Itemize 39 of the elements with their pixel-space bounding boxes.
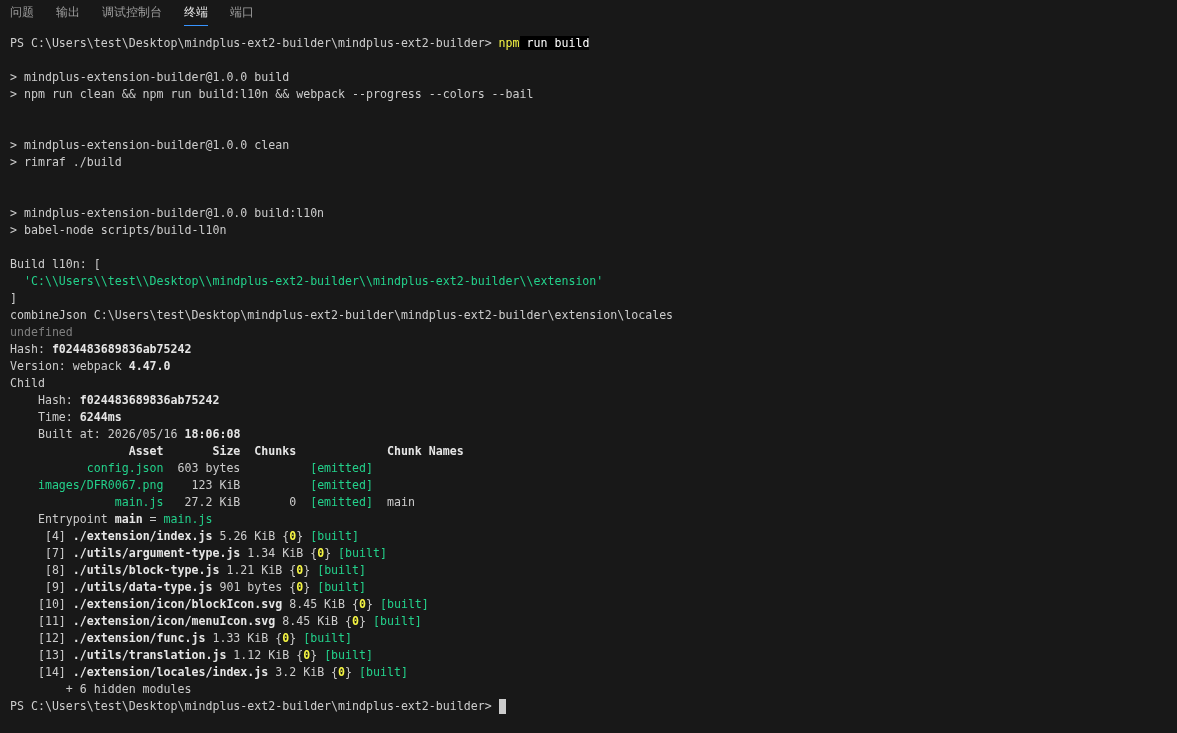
panel-tab[interactable]: 终端 [184, 0, 208, 26]
terminal-line: Hash: f024483689836ab75242 [10, 341, 192, 358]
terminal-line: ] [10, 290, 17, 307]
terminal-line: Entrypoint main = main.js [36, 511, 213, 528]
terminal-line: Hash: f024483689836ab75242 [36, 392, 220, 409]
terminal-line: [10] ./extension/icon/blockIcon.svg 8.45 KiB {0} [built] [36, 596, 429, 613]
terminal-line: > rimraf ./build [10, 154, 122, 171]
terminal-line: [12] ./extension/func.js 1.33 KiB {0} [built] [36, 630, 353, 647]
terminal-line: [7] ./utils/argument-type.js 1.34 KiB {0} [built] [43, 545, 387, 562]
terminal-line: [8] ./utils/block-type.js 1.21 KiB {0} [built] [43, 562, 367, 579]
terminal-line: [4] ./extension/index.js 5.26 KiB {0} [built] [43, 528, 360, 545]
terminal-line: [9] ./utils/data-type.js 901 bytes {0} [built] [43, 579, 367, 596]
terminal-line: [11] ./extension/icon/menuIcon.svg 8.45 KiB {0} [built] [36, 613, 422, 630]
terminal-line: main.js 27.2 KiB 0 [emitted] main [113, 494, 415, 511]
terminal-line: [14] ./extension/locales/index.js 3.2 KiB {0} [built] [36, 664, 408, 681]
terminal-line: 'C:\\Users\\test\\Desktop\\mindplus-ext2-builder\\mindplus-ext2-builder\\extension' [22, 273, 604, 290]
terminal-line: > npm run clean && npm run build:l10n && webpack --progress --colors --bail [10, 86, 534, 103]
panel-tab[interactable]: 问题 [10, 0, 34, 26]
terminal-line: undefined [10, 324, 73, 341]
terminal-line: Time: 6244ms [36, 409, 122, 426]
terminal-line: Build l10n: [ [10, 256, 101, 273]
terminal-line: PS C:\Users\test\Desktop\mindplus-ext2-builder\mindplus-ext2-builder> [10, 698, 493, 715]
panel-tab[interactable]: 端口 [230, 0, 254, 26]
terminal-line: Built at: 2026/05/16 18:06:08 [36, 426, 241, 443]
panel-tab[interactable]: 调试控制台 [102, 0, 162, 26]
terminal-line: > mindplus-extension-builder@1.0.0 build [10, 69, 290, 86]
terminal-line: > mindplus-extension-builder@1.0.0 clean [10, 137, 290, 154]
terminal-line: PS C:\Users\test\Desktop\mindplus-ext2-builder\mindplus-ext2-builder> npm run build [10, 35, 590, 52]
terminal-line: images/DFR0067.png 123 KiB [emitted] [36, 477, 373, 494]
panel-tab[interactable]: 输出 [56, 0, 80, 26]
terminal-line: config.json 603 bytes [emitted] [85, 460, 373, 477]
terminal-line: Child [10, 375, 45, 392]
terminal-line: combineJson C:\Users\test\Desktop\mindplus-ext2-builder\mindplus-ext2-builder\extension\locales [10, 307, 674, 324]
terminal-line: Asset Size Chunks Chunk Names [127, 443, 464, 460]
terminal-line: Version: webpack 4.47.0 [10, 358, 171, 375]
terminal-line: > babel-node scripts/build-l10n [10, 222, 227, 239]
terminal-line: + 6 hidden modules [64, 681, 192, 698]
terminal-line: > mindplus-extension-builder@1.0.0 build:l10n [10, 205, 325, 222]
terminal-line: [13] ./utils/translation.js 1.12 KiB {0} [built] [36, 647, 373, 664]
